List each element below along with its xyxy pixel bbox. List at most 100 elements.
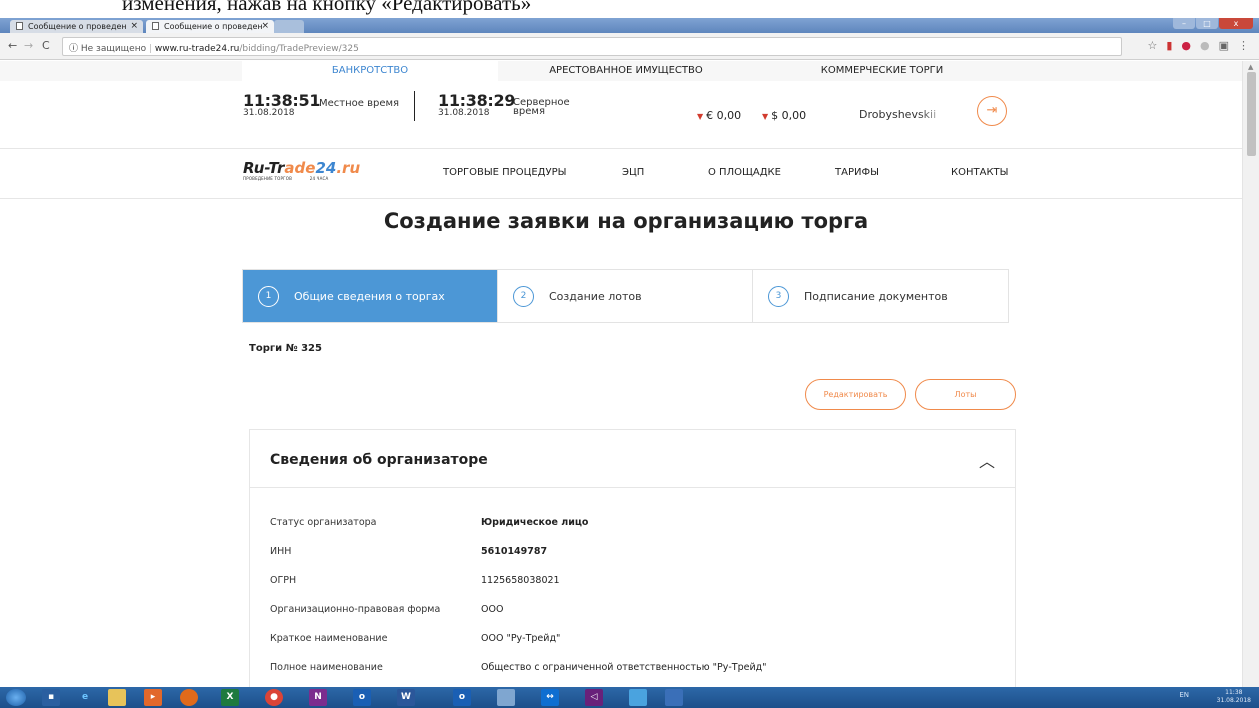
forward-icon[interactable]: → (24, 39, 33, 52)
field-label: Статус организатора (270, 517, 377, 528)
extension-icon[interactable]: ▮ (1166, 39, 1172, 52)
dollar-balance[interactable]: ▼ $ 0,00 (762, 109, 806, 122)
start-orb[interactable] (6, 689, 26, 706)
dollar-value: $ 0,00 (771, 109, 807, 122)
main-nav: Ru-Trade24.ru ПРОВЕДЕНИЕ ТОРГОВ 24 ЧАСА … (0, 149, 1242, 199)
back-icon[interactable]: ← (8, 39, 17, 52)
step-general-info[interactable]: 1 Общие сведения о торгах (243, 270, 498, 322)
server-clock: 11:38:29 31.08.2018 (438, 91, 516, 118)
folder-icon[interactable] (108, 689, 126, 706)
save-icon[interactable]: ▪ (42, 689, 60, 706)
browser-titlebar: Сообщение о проведен × Сообщение о прове… (0, 18, 1259, 33)
tray-language[interactable]: EN (1179, 691, 1189, 699)
step-label: Подписание документов (804, 290, 948, 303)
step-number: 3 (768, 286, 789, 307)
page-icon (16, 22, 23, 30)
field-value: 1125658038021 (481, 575, 560, 586)
document-caption-text: изменения, нажав на кнопку «Редактироват… (122, 0, 532, 15)
firefox-icon[interactable] (180, 689, 198, 706)
ie-icon[interactable]: e (76, 689, 94, 706)
user-name[interactable]: Drobyshevskii (859, 108, 949, 121)
nav-tariffs[interactable]: ТАРИФЫ (835, 167, 879, 178)
circle-icon[interactable]: ● (1200, 39, 1210, 52)
lots-button[interactable]: Лоты (915, 379, 1016, 410)
scroll-up-icon[interactable]: ▲ (1248, 63, 1253, 71)
close-window-icon[interactable]: x (1219, 18, 1253, 29)
star-icon[interactable]: ☆ (1147, 39, 1157, 52)
nav-about[interactable]: О ПЛОЩАДКЕ (708, 167, 781, 178)
browser-tab-2[interactable]: Сообщение о проведен × (146, 20, 274, 33)
field-value: Юридическое лицо (481, 517, 589, 528)
top-nav: БАНКРОТСТВО АРЕСТОВАННОЕ ИМУЩЕСТВО КОММЕ… (0, 61, 1242, 81)
server-time-label-2: время (513, 106, 545, 117)
document-caption: изменения, нажав на кнопку «Редактироват… (0, 0, 1259, 18)
logout-button[interactable]: ⇥ (977, 96, 1007, 126)
edit-button[interactable]: Редактировать (805, 379, 906, 410)
top-nav-commercial[interactable]: КОММЕРЧЕСКИЕ ТОРГИ (754, 61, 1010, 81)
profile-icon[interactable]: ● (1181, 39, 1191, 52)
url-path: /bidding/TradePreview/325 (239, 44, 359, 54)
organizer-card-header[interactable]: Сведения об организаторе ︿ (250, 430, 1015, 488)
field-value: 5610149787 (481, 546, 548, 557)
field-label: ОГРН (270, 575, 297, 586)
wizard-steps: 1 Общие сведения о торгах 2 Создание лот… (242, 269, 1009, 323)
local-time-label: Местное время (319, 98, 400, 109)
word-icon[interactable]: W (397, 689, 415, 706)
step-create-lots[interactable]: 2 Создание лотов (498, 270, 753, 322)
field-label: ИНН (270, 546, 292, 557)
caret-down-icon: ▼ (697, 112, 704, 121)
browser-toolbar: ☆ ▮ ● ● ▣ ⋮ (1147, 39, 1249, 52)
close-tab-icon[interactable]: × (130, 21, 138, 31)
field-value: Общество с ограниченной ответственностью… (481, 662, 767, 673)
network-icon[interactable] (497, 689, 515, 706)
page-icon (152, 22, 159, 30)
field-value: ООО (481, 604, 504, 615)
close-tab-icon[interactable]: × (261, 21, 269, 31)
trade-number: Торги № 325 (249, 343, 322, 354)
menu-icon[interactable]: ⋮ (1238, 39, 1249, 52)
step-number: 2 (513, 286, 534, 307)
page-scrollbar[interactable]: ▲ (1242, 61, 1259, 687)
top-nav-bankruptcy[interactable]: БАНКРОТСТВО (242, 61, 498, 81)
browser-tab-1[interactable]: Сообщение о проведен × (10, 20, 143, 33)
step-sign-documents[interactable]: 3 Подписание документов (753, 270, 1008, 322)
new-tab-button[interactable] (274, 20, 304, 33)
info-icon[interactable]: ⓘ (69, 44, 78, 54)
reload-icon[interactable]: C (42, 39, 50, 52)
pen-icon[interactable] (629, 689, 647, 706)
outlook-icon[interactable]: o (353, 689, 371, 706)
onenote-icon[interactable]: N (309, 689, 327, 706)
tray-clock[interactable]: 11:38 31.08.2018 (1217, 689, 1251, 705)
chevron-up-icon[interactable]: ︿ (979, 448, 995, 472)
windows-taskbar: ▪ e ▸ X ● N o W o ↔ ◁ EN 11:38 31.08.201… (0, 687, 1259, 708)
site-logo[interactable]: Ru-Trade24.ru ПРОВЕДЕНИЕ ТОРГОВ 24 ЧАСА (243, 159, 363, 187)
vs-icon[interactable]: ◁ (585, 689, 603, 706)
cast-icon[interactable]: ▣ (1219, 39, 1229, 52)
chrome-icon[interactable]: ● (265, 689, 283, 706)
organizer-card-title: Сведения об организаторе (270, 452, 488, 468)
url-input[interactable]: ⓘ Не защищено | www.ru-trade24.ru/biddin… (62, 37, 1122, 56)
address-bar-area: ← → C ⓘ Не защищено | www.ru-trade24.ru/… (0, 33, 1259, 60)
euro-balance[interactable]: ▼ € 0,00 (697, 109, 741, 122)
scrollbar-thumb[interactable] (1247, 72, 1256, 156)
euro-value: € 0,00 (706, 109, 742, 122)
nav-trade-procedures[interactable]: ТОРГОВЫЕ ПРОЦЕДУРЫ (443, 167, 566, 178)
app-icon[interactable] (665, 689, 683, 706)
url-host: www.ru-trade24.ru (154, 44, 240, 54)
maximize-icon[interactable]: □ (1196, 18, 1218, 29)
nav-ecp[interactable]: ЭЦП (622, 167, 644, 178)
teamviewer-icon[interactable]: ↔ (541, 689, 559, 706)
step-number: 1 (258, 286, 279, 307)
nav-contacts[interactable]: КОНТАКТЫ (951, 167, 1008, 178)
top-nav-arrested[interactable]: АРЕСТОВАННОЕ ИМУЩЕСТВО (498, 61, 754, 81)
field-label: Полное наименование (270, 662, 383, 673)
page-title: Создание заявки на организацию торга (383, 209, 869, 233)
media-icon[interactable]: ▸ (144, 689, 162, 706)
minimize-icon[interactable]: – (1173, 18, 1195, 29)
logout-icon: ⇥ (986, 103, 998, 118)
outlook-icon-2[interactable]: o (453, 689, 471, 706)
field-label: Организационно-правовая форма (270, 604, 441, 615)
caret-down-icon: ▼ (762, 112, 769, 121)
excel-icon[interactable]: X (221, 689, 239, 706)
field-value: ООО "Ру-Трейд" (481, 633, 561, 644)
